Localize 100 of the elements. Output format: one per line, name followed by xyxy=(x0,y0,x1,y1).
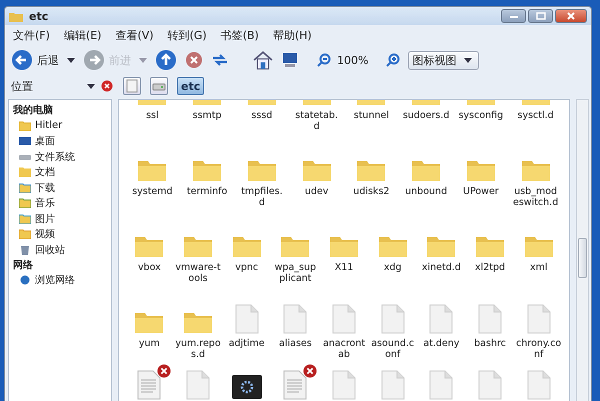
terminal-icon[interactable] xyxy=(230,374,263,400)
file-name[interactable]: X11 xyxy=(334,262,354,273)
file-name[interactable]: systemd xyxy=(132,186,173,197)
sidebar-item[interactable]: 图片 xyxy=(13,211,111,226)
file-name[interactable]: xl2tpd xyxy=(474,262,506,273)
file-name[interactable]: terminfo xyxy=(186,186,228,197)
file-icon[interactable] xyxy=(429,304,454,334)
file-icon[interactable] xyxy=(478,304,502,334)
file-name[interactable]: ssmtp xyxy=(192,110,222,121)
file-icon[interactable] xyxy=(283,304,308,334)
sidebar-item[interactable]: 下载 xyxy=(13,180,111,196)
home-icon[interactable] xyxy=(253,50,273,70)
file-name[interactable]: bashrc xyxy=(474,338,506,349)
folder-icon[interactable] xyxy=(183,234,213,258)
file-icon[interactable] xyxy=(186,370,210,400)
close-icon[interactable] xyxy=(101,80,113,92)
folder-icon[interactable] xyxy=(134,310,164,334)
sidebar-item[interactable]: Hitler xyxy=(13,118,111,134)
scrollbar[interactable] xyxy=(576,99,589,401)
path-button[interactable] xyxy=(123,77,141,95)
sidebar-item[interactable]: 桌面 xyxy=(13,134,111,149)
zoom-out-icon[interactable] xyxy=(317,53,331,67)
folder-icon[interactable] xyxy=(246,158,277,182)
file-name[interactable]: statetab.d xyxy=(293,110,340,132)
file-name[interactable]: chrony.conf xyxy=(515,338,562,360)
file-name[interactable]: stunnel xyxy=(354,110,389,121)
file-name[interactable]: tmpfiles.d xyxy=(238,186,286,208)
file-name[interactable]: wpa_supplicant xyxy=(272,262,319,284)
file-icon[interactable] xyxy=(526,304,551,334)
file-name[interactable]: sysctl.d xyxy=(518,110,554,121)
stop-icon[interactable] xyxy=(185,51,203,69)
folder-icon[interactable] xyxy=(524,234,554,258)
folder-icon[interactable] xyxy=(232,234,262,258)
minimize-button[interactable] xyxy=(501,9,526,23)
file-icon[interactable] xyxy=(332,304,356,334)
file-icon[interactable] xyxy=(478,370,502,400)
folder-icon[interactable] xyxy=(475,234,506,258)
sidebar-item[interactable]: 文档 xyxy=(13,164,111,180)
folder-icon[interactable] xyxy=(466,158,496,182)
path-button[interactable]: etc xyxy=(177,77,204,95)
menu-item[interactable]: 书签(B) xyxy=(220,28,259,42)
sidebar-item[interactable]: 音乐 xyxy=(13,196,111,211)
file-name[interactable]: UPower xyxy=(463,186,499,197)
computer-icon[interactable] xyxy=(281,51,299,69)
scrollbar-thumb[interactable] xyxy=(578,238,587,278)
folder-icon[interactable] xyxy=(137,158,168,182)
file-name[interactable]: sysconfig xyxy=(458,110,504,121)
folder-icon[interactable] xyxy=(183,310,213,334)
path-button[interactable] xyxy=(150,77,168,95)
zoom-in-icon[interactable] xyxy=(386,53,400,67)
maximize-button[interactable] xyxy=(528,9,553,23)
up-icon[interactable] xyxy=(155,49,177,71)
view-mode-dropdown[interactable]: 图标视图 xyxy=(408,50,480,70)
file-icon[interactable] xyxy=(526,370,551,400)
menu-item[interactable]: 帮助(H) xyxy=(272,28,312,42)
folder-icon[interactable] xyxy=(329,234,360,258)
folder-icon[interactable] xyxy=(411,158,442,182)
file-name[interactable]: vbox xyxy=(138,262,161,273)
location-label[interactable]: 位置 xyxy=(11,78,81,94)
folder-icon[interactable] xyxy=(356,158,386,182)
file-name[interactable]: xdg xyxy=(384,262,402,273)
menu-item[interactable]: 查看(V) xyxy=(115,28,154,42)
file-name[interactable]: asound.conf xyxy=(369,338,416,360)
sidebar-item[interactable]: 文件系统 xyxy=(13,149,111,164)
file-name[interactable]: ssl xyxy=(146,110,159,121)
file-icon[interactable] xyxy=(234,304,259,334)
text-file-icon[interactable] xyxy=(137,370,162,400)
file-icon[interactable] xyxy=(332,370,356,400)
menu-item[interactable]: 编辑(E) xyxy=(64,28,102,42)
file-name[interactable]: vpnc xyxy=(235,262,258,273)
file-icon[interactable] xyxy=(380,304,405,334)
file-name[interactable]: yum.repos.d xyxy=(174,338,222,360)
file-icon[interactable] xyxy=(380,370,405,400)
caret-icon[interactable] xyxy=(67,58,75,62)
file-name[interactable]: anacrontab xyxy=(320,338,368,360)
file-name[interactable]: sudoers.d xyxy=(402,110,450,121)
folder-icon[interactable] xyxy=(302,158,332,182)
folder-icon[interactable] xyxy=(192,158,222,182)
file-name[interactable]: yum xyxy=(138,338,160,349)
folder-icon[interactable] xyxy=(280,234,310,258)
menu-item[interactable]: 文件(F) xyxy=(13,28,50,42)
file-name[interactable]: vmware-tools xyxy=(174,262,222,284)
sidebar-item[interactable]: 浏览网络 xyxy=(13,272,111,288)
file-name[interactable]: xinetd.d xyxy=(422,262,461,273)
sidebar-item[interactable]: 视频 xyxy=(13,226,111,242)
text-file-icon[interactable] xyxy=(283,370,308,400)
folder-icon[interactable] xyxy=(378,234,408,258)
file-name[interactable]: xml xyxy=(530,262,548,273)
folder-icon[interactable] xyxy=(134,234,164,258)
sidebar-item[interactable]: 回收站 xyxy=(13,242,111,258)
file-name[interactable]: aliases xyxy=(279,338,312,349)
file-icon[interactable] xyxy=(429,370,454,400)
file-name[interactable]: unbound xyxy=(405,186,448,197)
close-button[interactable] xyxy=(555,9,587,23)
menu-item[interactable]: 转到(G) xyxy=(168,28,207,42)
file-name[interactable]: sssd xyxy=(251,110,272,121)
folder-icon[interactable] xyxy=(426,234,456,258)
file-name[interactable]: usb_modeswitch.d xyxy=(512,186,560,208)
file-name[interactable]: adjtime xyxy=(228,338,265,349)
file-name[interactable]: udisks2 xyxy=(353,186,390,197)
